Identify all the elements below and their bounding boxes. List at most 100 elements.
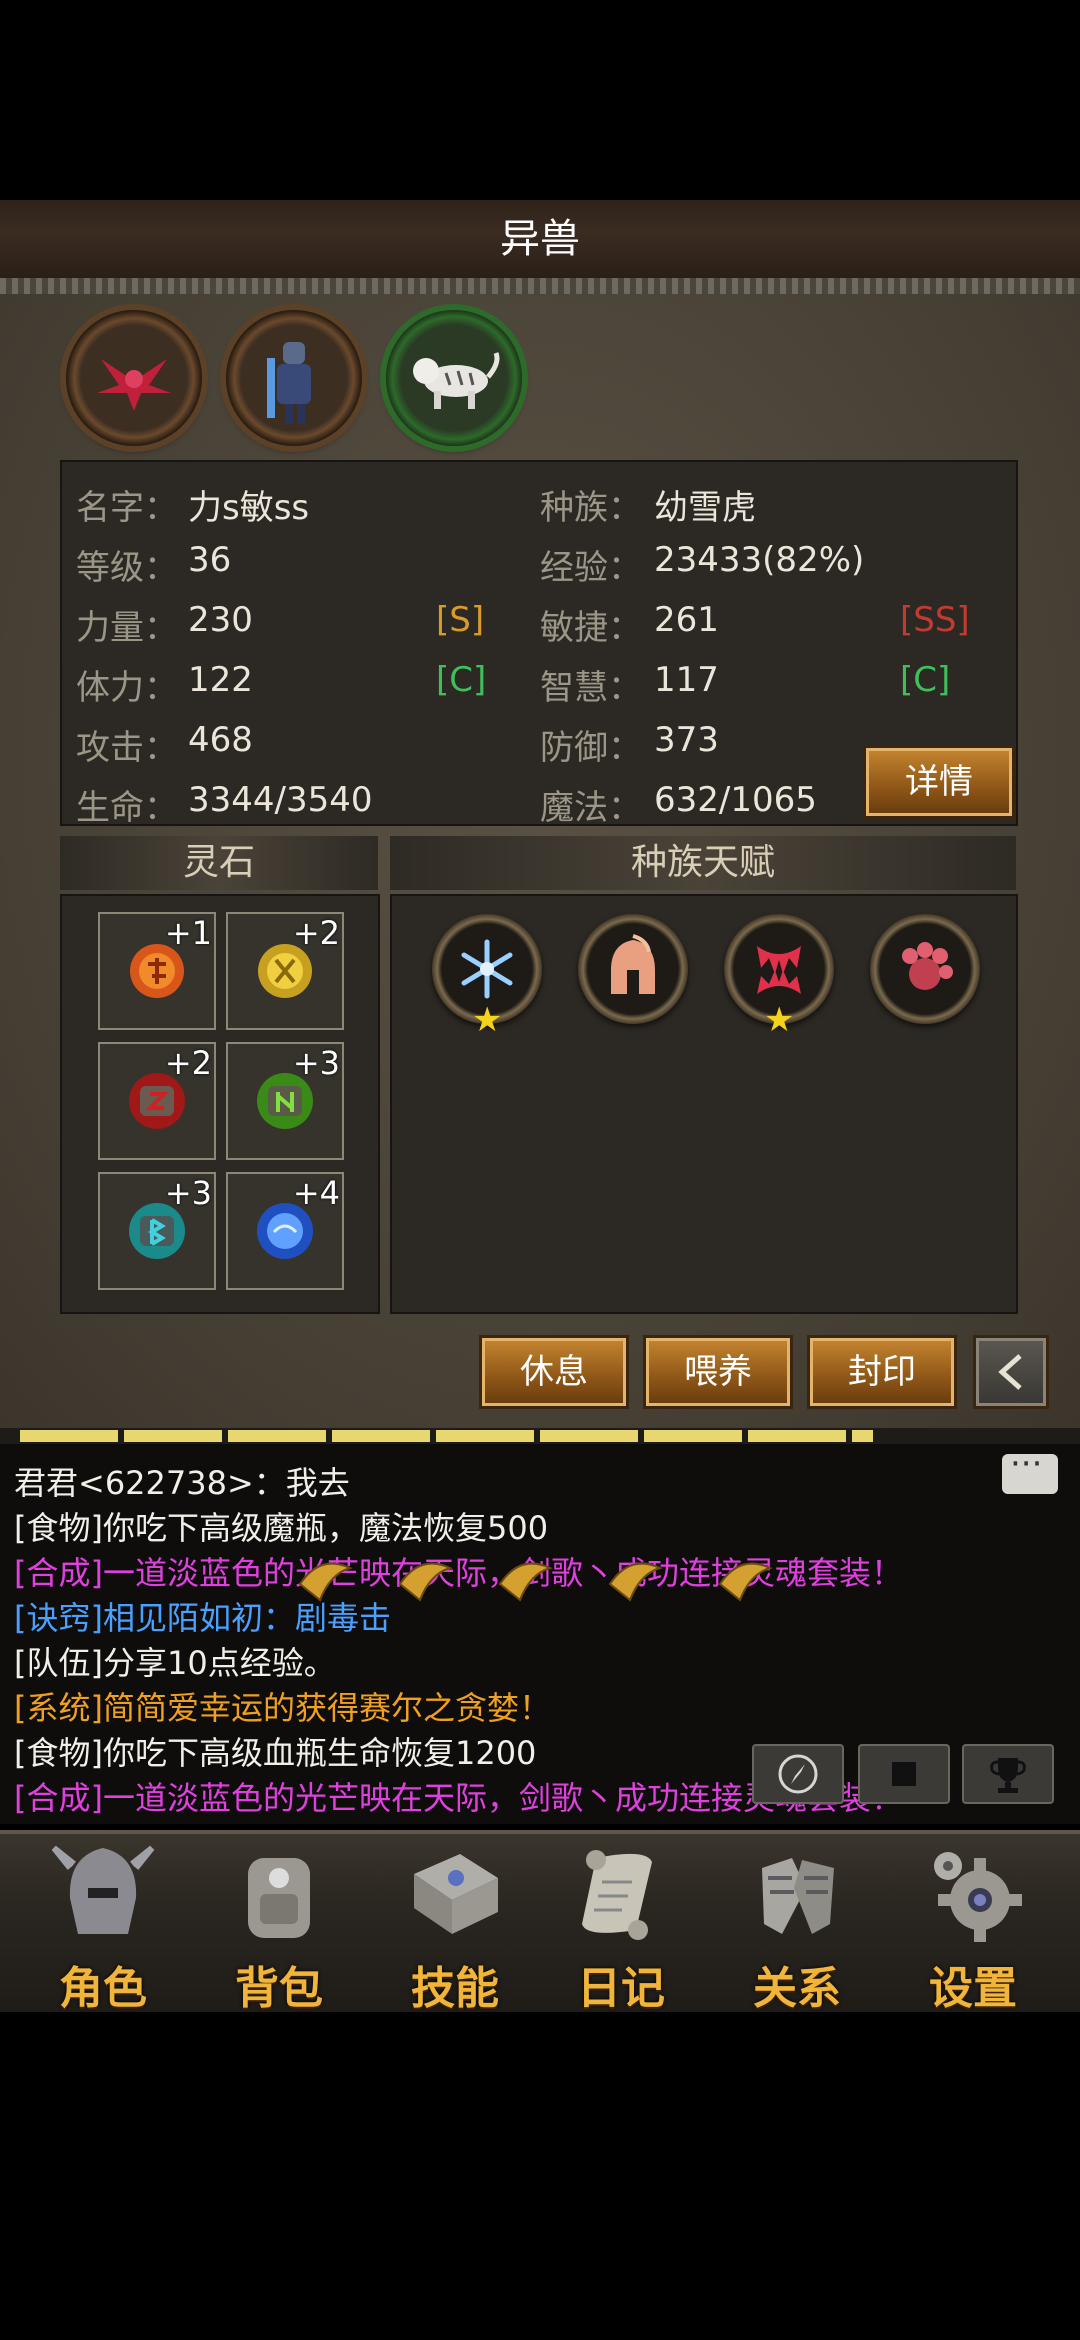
spirit-stone-slot-5[interactable]: +3 bbox=[98, 1172, 216, 1290]
gauntlets-icon bbox=[762, 1858, 834, 1934]
spirit-stone-grid: +1 +2 +2 +3 +3 +4 bbox=[60, 894, 380, 1314]
compass-icon bbox=[778, 1754, 818, 1794]
talent-claw[interactable] bbox=[870, 914, 980, 1024]
scroll-icon bbox=[582, 1850, 652, 1940]
vitality-label: 体力： bbox=[76, 668, 178, 708]
agility-label: 敏捷： bbox=[540, 608, 642, 648]
star-icon: ★ bbox=[472, 1000, 503, 1040]
strength-value: 230 bbox=[188, 600, 253, 640]
spirit-stone-slot-1[interactable]: +1 bbox=[98, 912, 216, 1030]
talent-helmet[interactable] bbox=[578, 914, 688, 1024]
stats-table: 名字： 力s敏ss 种族： 幼雪虎 等级： 36 经验： 23433(82%) … bbox=[60, 460, 1018, 828]
nav-label: 设置 bbox=[929, 1963, 1017, 2014]
progress-segment bbox=[20, 1430, 118, 1442]
nav-label: 日记 bbox=[577, 1963, 665, 2014]
spirit-stone-level: +1 bbox=[164, 914, 212, 952]
chat-bubble-button[interactable]: ··· bbox=[1002, 1444, 1058, 1494]
chat-line: 君君<622738>：我去 bbox=[14, 1464, 350, 1502]
vitality-grade: [C] bbox=[436, 660, 487, 700]
armored-knight-icon bbox=[267, 342, 311, 424]
progress-segment bbox=[124, 1430, 222, 1442]
fangs-icon bbox=[757, 946, 801, 994]
wisdom-label: 智慧： bbox=[540, 668, 642, 708]
nav-label: 技能 bbox=[411, 1963, 499, 2014]
agility-grade: [SS] bbox=[900, 600, 970, 640]
race-value: 幼雪虎 bbox=[654, 488, 756, 528]
chat-line: [系统]简简爱幸运的获得赛尔之贪婪！ bbox=[14, 1689, 551, 1727]
nav-backpack[interactable]: 背包 bbox=[194, 1838, 364, 2016]
beast-slot-2[interactable] bbox=[226, 310, 362, 446]
spartan-helmet-icon bbox=[611, 934, 655, 994]
rest-button[interactable]: 休息 bbox=[482, 1338, 626, 1406]
name-value: 力s敏ss bbox=[188, 488, 310, 528]
progress-segment bbox=[436, 1430, 534, 1442]
spirit-stone-slot-2[interactable]: +2 bbox=[226, 912, 344, 1030]
nav-relations[interactable]: 关系 bbox=[712, 1838, 882, 2016]
progress-segment bbox=[852, 1430, 873, 1442]
strength-label: 力量： bbox=[76, 608, 178, 648]
trophy-button[interactable] bbox=[962, 1744, 1054, 1804]
title-bar: 异兽 bbox=[0, 200, 1080, 278]
compass-button[interactable] bbox=[752, 1744, 844, 1804]
progress-segment bbox=[332, 1430, 430, 1442]
race-talent-header: 种族天赋 bbox=[390, 836, 1016, 890]
spirit-stone-header: 灵石 bbox=[60, 836, 378, 890]
feed-button[interactable]: 喂养 bbox=[646, 1338, 790, 1406]
white-tiger-icon bbox=[413, 352, 500, 409]
nav-journal[interactable]: 日记 bbox=[536, 1838, 706, 2016]
star-icon: ★ bbox=[764, 1000, 795, 1040]
stop-square-icon bbox=[892, 1762, 916, 1786]
attack-value: 468 bbox=[188, 720, 253, 760]
beast-slot-3-selected[interactable] bbox=[386, 310, 522, 446]
page-title: 异兽 bbox=[500, 216, 580, 262]
wisdom-value: 117 bbox=[654, 660, 719, 700]
level-value: 36 bbox=[188, 540, 232, 580]
progress-segment bbox=[228, 1430, 326, 1442]
golden-horn-effects bbox=[298, 1562, 773, 1602]
agility-value: 261 bbox=[654, 600, 719, 640]
exp-label: 经验： bbox=[540, 548, 642, 588]
detail-button[interactable]: 详情 bbox=[866, 748, 1012, 816]
spirit-stone-level: +3 bbox=[164, 1174, 212, 1212]
race-talent-box: ★ ★ bbox=[390, 894, 1018, 1314]
trophy-icon bbox=[990, 1758, 1026, 1793]
chat-line: [食物]你吃下高级血瓶生命恢复1200 bbox=[14, 1734, 537, 1772]
gear-icon bbox=[934, 1852, 1022, 1942]
spirit-stone-slot-4[interactable]: +3 bbox=[226, 1042, 344, 1160]
nav-character[interactable]: 角色 bbox=[18, 1838, 188, 2016]
spirit-stone-level: +2 bbox=[164, 1044, 212, 1082]
progress-segment bbox=[644, 1430, 742, 1442]
spellbook-icon bbox=[414, 1854, 498, 1934]
spirit-stone-slot-3[interactable]: +2 bbox=[98, 1042, 216, 1160]
strength-grade: [S] bbox=[436, 600, 485, 640]
spirit-stone-level: +4 bbox=[292, 1174, 340, 1212]
back-button[interactable] bbox=[976, 1338, 1046, 1406]
chat-line: [食物]你吃下高级魔瓶，魔法恢复500 bbox=[14, 1509, 549, 1547]
beast-slot-1[interactable] bbox=[66, 310, 202, 446]
seal-button[interactable]: 封印 bbox=[810, 1338, 954, 1406]
mp-label: 魔法： bbox=[540, 788, 642, 828]
name-label: 名字： bbox=[76, 488, 178, 528]
wisdom-grade: [C] bbox=[900, 660, 951, 700]
chat-log[interactable]: 君君<622738>：我去 [食物]你吃下高级魔瓶，魔法恢复500 [合成]一道… bbox=[0, 1444, 1080, 1824]
chevron-left-icon bbox=[998, 1354, 1022, 1390]
race-label: 种族： bbox=[540, 488, 642, 528]
attack-label: 攻击： bbox=[76, 728, 178, 768]
header-divider bbox=[0, 278, 1080, 294]
ellipsis-icon: ··· bbox=[1010, 1444, 1043, 1484]
nav-settings[interactable]: 设置 bbox=[888, 1838, 1058, 2016]
spirit-stone-level: +3 bbox=[292, 1044, 340, 1082]
red-dragon-icon bbox=[97, 359, 171, 411]
stop-button[interactable] bbox=[858, 1744, 950, 1804]
level-label: 等级： bbox=[76, 548, 178, 588]
nav-label: 背包 bbox=[235, 1963, 323, 2014]
spirit-stone-slot-6[interactable]: +4 bbox=[226, 1172, 344, 1290]
experience-progress-bar bbox=[0, 1428, 1080, 1444]
defense-label: 防御： bbox=[540, 728, 642, 768]
chat-line: [队伍]分享10点经验。 bbox=[14, 1644, 336, 1682]
vitality-value: 122 bbox=[188, 660, 253, 700]
exp-value: 23433(82%) bbox=[654, 540, 865, 580]
nav-label: 关系 bbox=[753, 1963, 841, 2014]
snowflake-icon bbox=[461, 939, 513, 999]
nav-skills[interactable]: 技能 bbox=[370, 1838, 540, 2016]
